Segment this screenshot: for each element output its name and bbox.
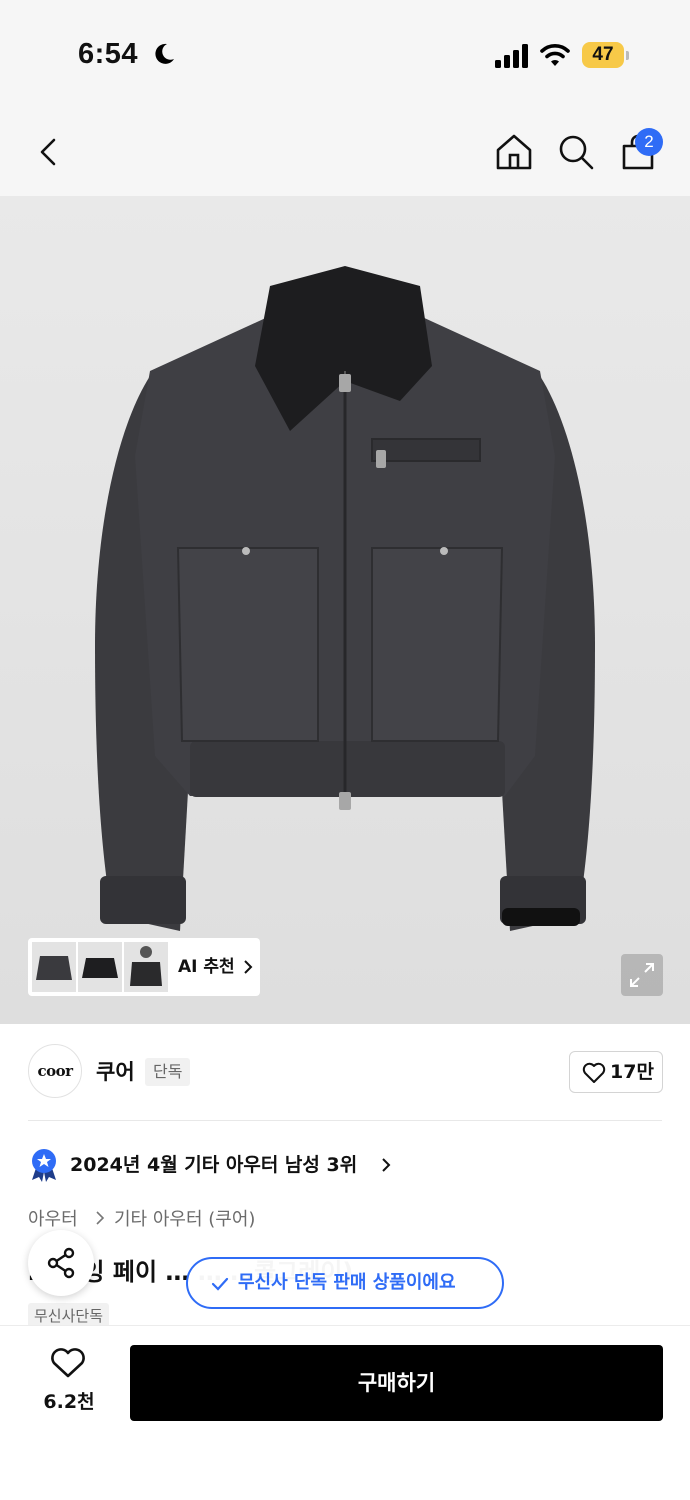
exclusive-toast: 무신사 단독 판매 상품이에요 (186, 1257, 504, 1309)
jacket-illustration (95, 266, 595, 931)
chevron-right-icon (382, 1158, 391, 1172)
divider (28, 1120, 662, 1121)
status-time: 6:54 (78, 38, 139, 70)
breadcrumb-category[interactable]: 아우터 (28, 1205, 78, 1231)
chevron-right-icon (96, 1211, 105, 1225)
brand-like-count: 17만 (610, 1061, 654, 1083)
battery-level: 47 (592, 44, 614, 65)
wifi-icon (540, 44, 570, 66)
thumbnail[interactable] (78, 942, 122, 992)
brand-like-button[interactable]: 17만 (569, 1051, 663, 1093)
thumbnail[interactable] (32, 942, 76, 992)
search-icon[interactable] (554, 130, 598, 174)
brand-name[interactable]: 쿠어 (96, 1056, 135, 1086)
thumbnail-strip[interactable]: AI 추천 (28, 938, 260, 996)
product-image[interactable]: AI 추천 (0, 196, 690, 1024)
expand-icon (630, 963, 654, 987)
moon-icon (155, 43, 174, 64)
thumbnail[interactable] (124, 942, 168, 992)
heart-icon (582, 1062, 606, 1083)
share-button[interactable] (28, 1230, 94, 1296)
back-icon[interactable] (28, 130, 72, 174)
home-icon[interactable] (492, 130, 536, 174)
ranking-badge-icon (32, 1149, 56, 1182)
breadcrumb-subcategory[interactable]: 기타 아우터 (쿠어) (114, 1205, 255, 1231)
battery-icon: 47 (582, 42, 630, 68)
product-like-button[interactable]: 6.2천 (30, 1347, 108, 1413)
exclusive-chip: 단독 (145, 1058, 191, 1086)
toast-text: 무신사 단독 판매 상품이에요 (238, 1272, 456, 1293)
heart-icon (51, 1348, 85, 1378)
share-icon (47, 1247, 75, 1279)
chevron-right-icon (244, 960, 253, 974)
ranking-text[interactable]: 2024년 4월 기타 아우터 남성 3위 (70, 1150, 357, 1177)
status-bar: 6:54 47 (0, 0, 690, 110)
ai-recommend-label[interactable]: AI 추천 (178, 938, 235, 996)
top-nav-bar (0, 110, 690, 196)
check-icon (211, 1277, 229, 1291)
expand-image-button[interactable] (621, 954, 663, 996)
cart-count-badge: 2 (635, 128, 663, 156)
product-like-count: 6.2천 (43, 1391, 95, 1413)
buy-button[interactable]: 구매하기 (130, 1345, 663, 1421)
brand-logo[interactable]: coor (28, 1044, 82, 1098)
signal-icon (495, 44, 528, 68)
